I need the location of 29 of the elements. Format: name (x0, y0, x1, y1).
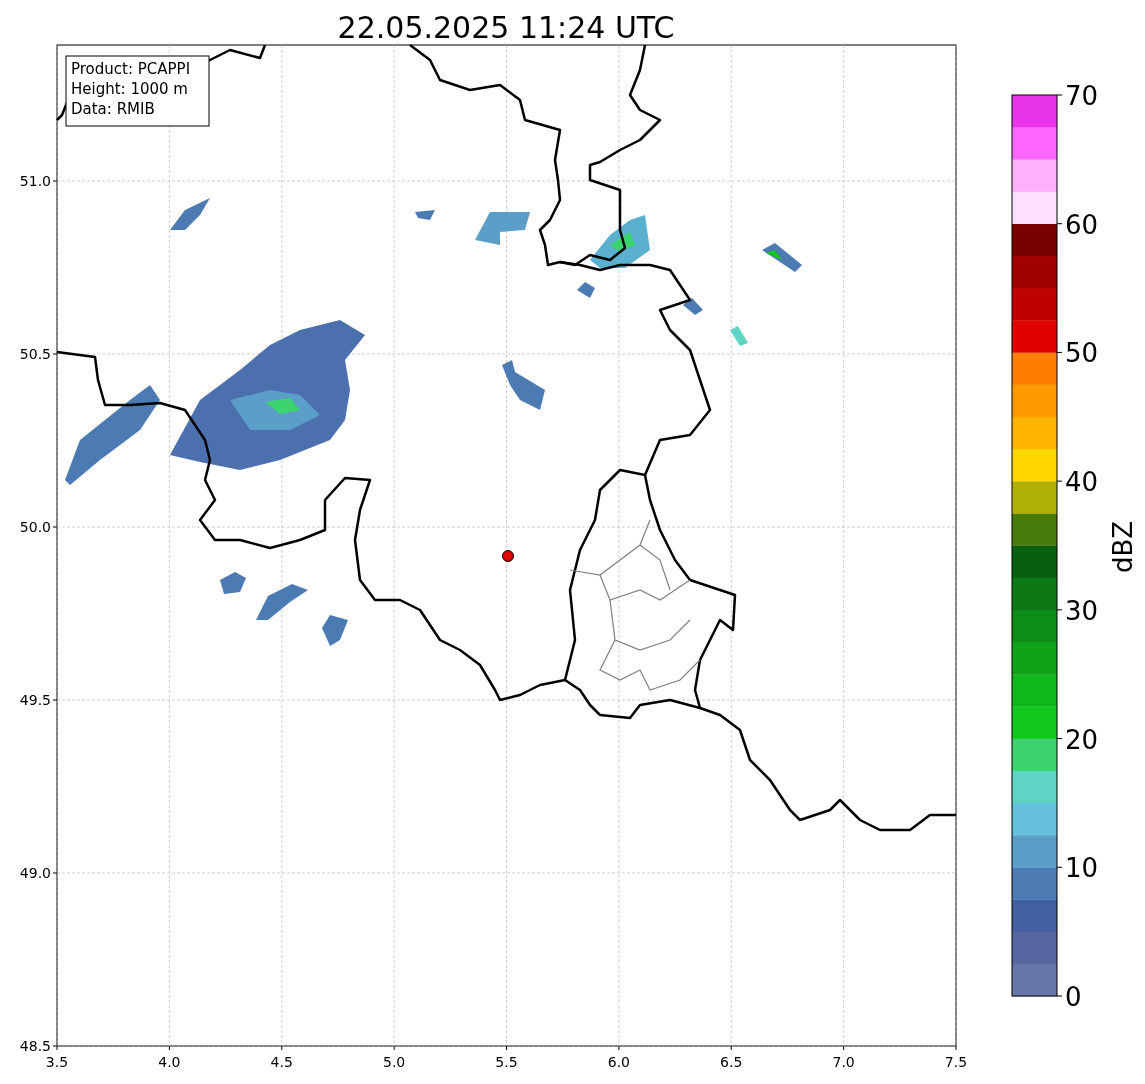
y-tick-label: 49.5 (19, 692, 51, 708)
x-tick-label: 4.0 (158, 1054, 181, 1070)
y-tick-label: 48.5 (19, 1038, 51, 1054)
chart-title: 22.05.2025 11:24 UTC (337, 10, 675, 45)
colorbar-tick-label: 50 (1065, 338, 1099, 369)
y-tick-label: 49.0 (19, 865, 51, 881)
y-tick-label: 51.0 (19, 173, 51, 189)
colorbar-tick-label: 10 (1065, 853, 1099, 884)
x-tick-label: 6.5 (720, 1054, 743, 1070)
colorbar-tick-label: 60 (1065, 209, 1099, 240)
x-tick-label: 7.0 (832, 1054, 855, 1070)
x-tick-label: 7.5 (944, 1054, 968, 1070)
info-text: Product: PCAPPI (71, 60, 191, 78)
colorbar-tick-label: 20 (1065, 724, 1099, 755)
info-text: Data: RMIB (71, 100, 155, 118)
y-tick-label: 50.5 (19, 346, 51, 362)
colorbar-tick-label: 70 (1065, 81, 1099, 111)
x-tick-label: 6.0 (607, 1054, 630, 1070)
colorbar-tick-label: 30 (1065, 595, 1099, 626)
info-text: Height: 1000 m (71, 80, 188, 98)
colorbar-tick-label: 40 (1065, 467, 1099, 498)
y-tick-label: 50.0 (19, 519, 51, 535)
x-tick-label: 5.5 (495, 1054, 518, 1070)
x-tick-label: 5.0 (383, 1054, 406, 1070)
radar-site-marker (502, 550, 514, 562)
x-tick-label: 3.5 (45, 1054, 69, 1070)
colorbar-label: dBZ (1108, 520, 1138, 574)
colorbar-tick-label: 0 (1065, 982, 1082, 1012)
x-tick-label: 4.5 (270, 1054, 293, 1070)
